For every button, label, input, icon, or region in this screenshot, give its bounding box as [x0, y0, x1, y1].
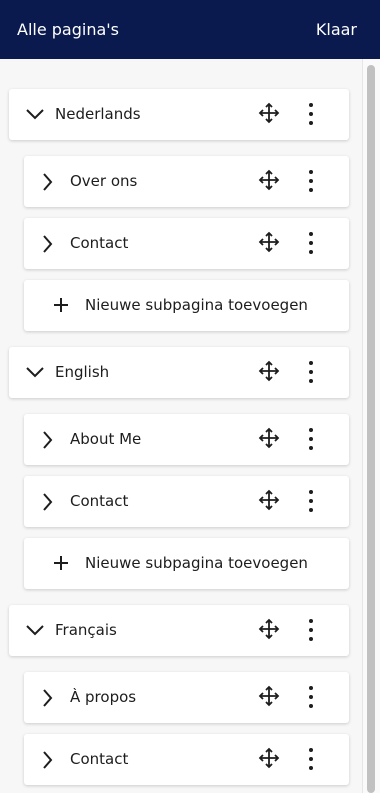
- subpage-label: About Me: [70, 430, 142, 448]
- top-bar: Alle pagina's Klaar: [0, 0, 380, 59]
- more-vertical-icon[interactable]: [306, 618, 316, 642]
- scrollbar-thumb[interactable]: [367, 65, 375, 793]
- move-icon[interactable]: [258, 231, 280, 253]
- more-vertical-icon[interactable]: [306, 169, 316, 193]
- more-vertical-icon[interactable]: [306, 360, 316, 384]
- add-subpage-button[interactable]: Nieuwe subpagina toevoegen: [24, 280, 349, 331]
- move-icon[interactable]: [258, 685, 280, 707]
- subpage-label: Contact: [70, 492, 129, 510]
- chevron-right-icon[interactable]: [40, 749, 54, 771]
- subpage-row-about-me[interactable]: About Me: [24, 414, 349, 465]
- add-subpage-label: Nieuwe subpagina toevoegen: [85, 554, 308, 572]
- chevron-right-icon[interactable]: [40, 491, 54, 513]
- chevron-down-icon[interactable]: [25, 365, 45, 379]
- move-icon[interactable]: [258, 747, 280, 769]
- chevron-right-icon[interactable]: [40, 687, 54, 709]
- language-label: Nederlands: [55, 105, 141, 123]
- plus-icon: [54, 556, 68, 570]
- language-row-nederlands[interactable]: Nederlands: [9, 89, 349, 140]
- more-vertical-icon[interactable]: [306, 427, 316, 451]
- more-vertical-icon[interactable]: [306, 747, 316, 771]
- chevron-right-icon[interactable]: [40, 233, 54, 255]
- subpage-row-contact[interactable]: Contact: [24, 218, 349, 269]
- chevron-right-icon[interactable]: [40, 171, 54, 193]
- add-subpage-button[interactable]: Nieuwe subpagina toevoegen: [24, 538, 349, 589]
- subpage-label: Over ons: [70, 172, 138, 190]
- subpage-row-over-ons[interactable]: Over ons: [24, 156, 349, 207]
- language-row-francais[interactable]: Français: [9, 605, 349, 656]
- subpage-label: Contact: [70, 234, 129, 252]
- language-label: English: [55, 363, 110, 381]
- subpage-row-contact[interactable]: Contact: [24, 734, 349, 785]
- move-icon[interactable]: [258, 489, 280, 511]
- subpage-row-contact[interactable]: Contact: [24, 476, 349, 527]
- move-icon[interactable]: [258, 360, 280, 382]
- move-icon[interactable]: [258, 102, 280, 124]
- page-tree: Nederlands Over ons Contact Nieuwe subpa…: [0, 59, 362, 793]
- language-row-english[interactable]: English: [9, 347, 349, 398]
- more-vertical-icon[interactable]: [306, 489, 316, 513]
- scrollbar[interactable]: [362, 59, 380, 793]
- chevron-down-icon[interactable]: [25, 107, 45, 121]
- more-vertical-icon[interactable]: [306, 685, 316, 709]
- chevron-right-icon[interactable]: [40, 429, 54, 451]
- subpage-label: À propos: [70, 688, 137, 706]
- plus-icon: [54, 298, 68, 312]
- page-title: Alle pagina's: [17, 20, 120, 39]
- language-label: Français: [55, 621, 117, 639]
- move-icon[interactable]: [258, 618, 280, 640]
- move-icon[interactable]: [258, 169, 280, 191]
- move-icon[interactable]: [258, 427, 280, 449]
- more-vertical-icon[interactable]: [306, 102, 316, 126]
- subpage-label: Contact: [70, 750, 129, 768]
- chevron-down-icon[interactable]: [25, 623, 45, 637]
- more-vertical-icon[interactable]: [306, 231, 316, 255]
- subpage-row-a-propos[interactable]: À propos: [24, 672, 349, 723]
- add-subpage-label: Nieuwe subpagina toevoegen: [85, 296, 308, 314]
- done-button[interactable]: Klaar: [316, 20, 357, 39]
